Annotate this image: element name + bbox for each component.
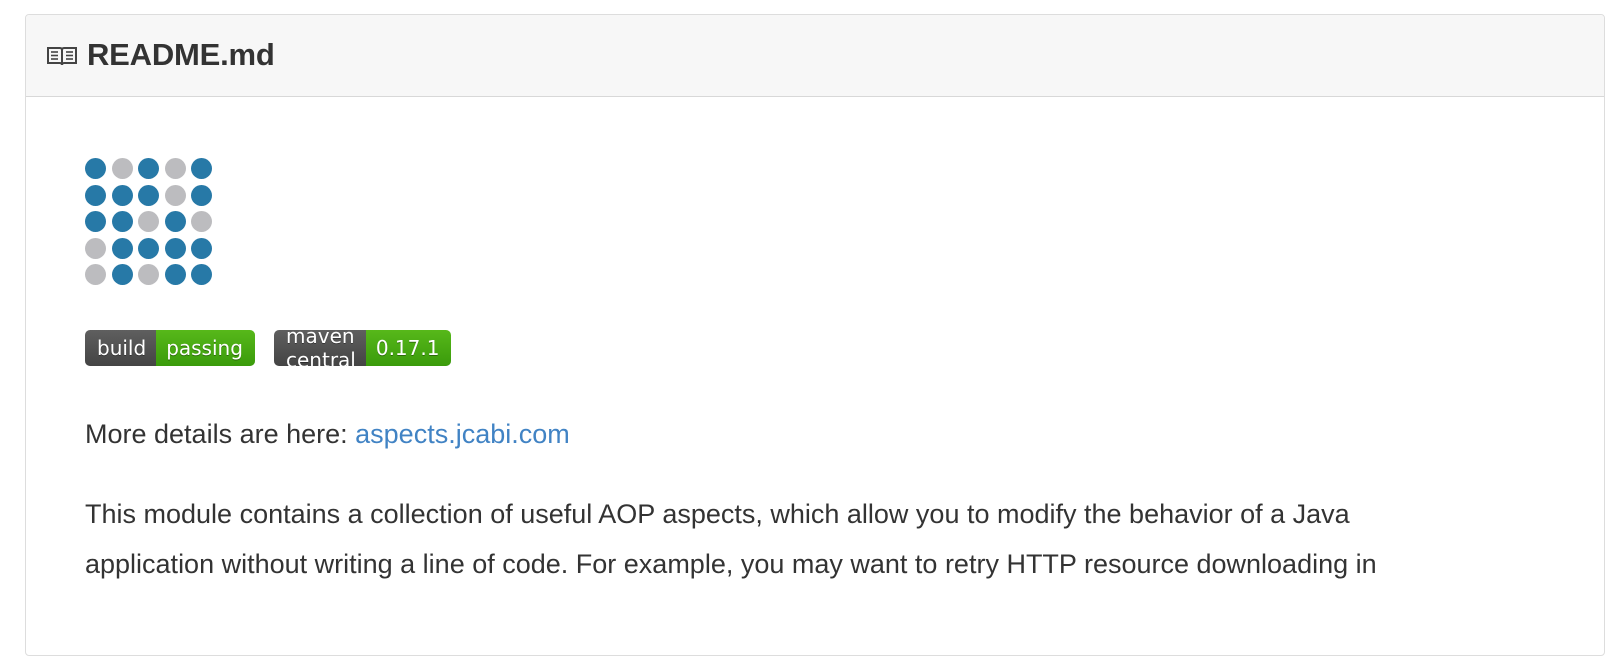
logo-dot	[85, 237, 106, 259]
logo-dot	[85, 184, 106, 206]
description-line-1: This module contains a collection of use…	[85, 499, 1350, 529]
logo-dot	[111, 264, 133, 285]
logo-dot	[85, 264, 106, 285]
logo-dot	[164, 264, 186, 285]
logo-dot	[138, 158, 159, 179]
details-prefix: More details are here:	[85, 419, 356, 449]
build-status-badge[interactable]: build passing	[85, 330, 255, 366]
logo-dot	[164, 158, 186, 179]
book-icon	[47, 47, 77, 66]
details-paragraph: More details are here: aspects.jcabi.com	[85, 409, 570, 459]
logo-dot	[85, 158, 106, 179]
logo-dot	[191, 264, 212, 285]
logo-dot	[111, 158, 133, 179]
logo-dot	[111, 184, 133, 206]
logo-dot	[138, 237, 159, 259]
badge-label: build	[85, 330, 157, 366]
logo-dot	[138, 184, 159, 206]
logo-dot	[138, 211, 159, 232]
jcabi-logo	[85, 158, 215, 288]
logo-dot	[111, 237, 133, 259]
logo-dot	[191, 211, 212, 232]
details-link[interactable]: aspects.jcabi.com	[355, 419, 570, 449]
logo-dot	[138, 264, 159, 285]
badge-value: 0.17.1	[365, 330, 452, 366]
logo-dot	[85, 211, 106, 232]
logo-dot	[164, 184, 186, 206]
readme-header: README.md	[26, 15, 1604, 97]
logo-dot	[191, 158, 212, 179]
badge-value: passing	[156, 330, 255, 366]
readme-title: README.md	[87, 37, 275, 72]
logo-dot	[164, 211, 186, 232]
logo-dot	[111, 211, 133, 232]
logo-dot	[164, 237, 186, 259]
description-line-2: application without writing a line of co…	[85, 549, 1377, 579]
logo-dot	[191, 184, 212, 206]
badge-label: maven central	[274, 330, 366, 366]
maven-central-badge[interactable]: maven central 0.17.1	[274, 330, 452, 366]
logo-dot	[191, 237, 212, 259]
